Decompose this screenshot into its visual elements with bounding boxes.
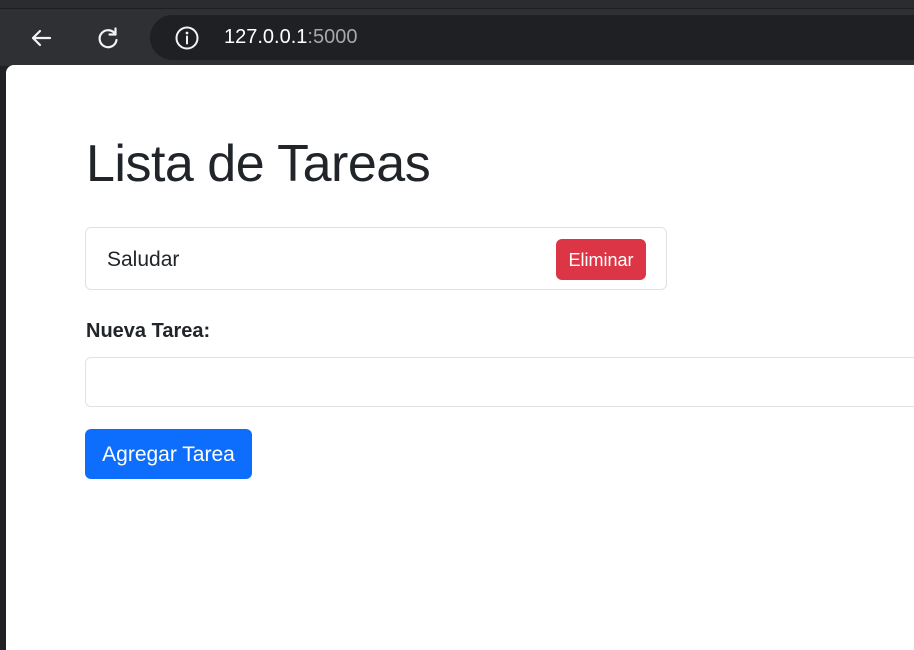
address-bar[interactable]: 127.0.0.1:5000 [150,15,914,60]
delete-task-button[interactable]: Eliminar [556,239,646,280]
reload-button[interactable] [91,21,125,55]
tab-strip [0,0,914,8]
reload-icon [98,27,118,49]
add-task-button[interactable]: Agregar Tarea [85,429,252,479]
page-title: Lista de Tareas [86,135,431,193]
url-port: :5000 [307,26,358,48]
new-task-input[interactable] [85,357,914,407]
new-task-label: Nueva Tarea: [86,320,211,342]
url-host: 127.0.0.1 [224,26,308,48]
page-content: Lista de Tareas Saludar Eliminar Nueva T… [6,65,914,650]
task-item: Saludar Eliminar [86,228,666,289]
back-button[interactable] [24,21,58,55]
browser-window: 127.0.0.1:5000 Lista de Tareas Saludar E… [0,0,914,650]
url-display[interactable]: 127.0.0.1:5000 [224,25,357,49]
arrow-left-icon [31,29,52,47]
task-text: Saludar [107,248,180,271]
browser-toolbar: 127.0.0.1:5000 [0,8,914,66]
info-icon[interactable] [174,25,200,51]
task-list: Saludar Eliminar [85,227,667,290]
